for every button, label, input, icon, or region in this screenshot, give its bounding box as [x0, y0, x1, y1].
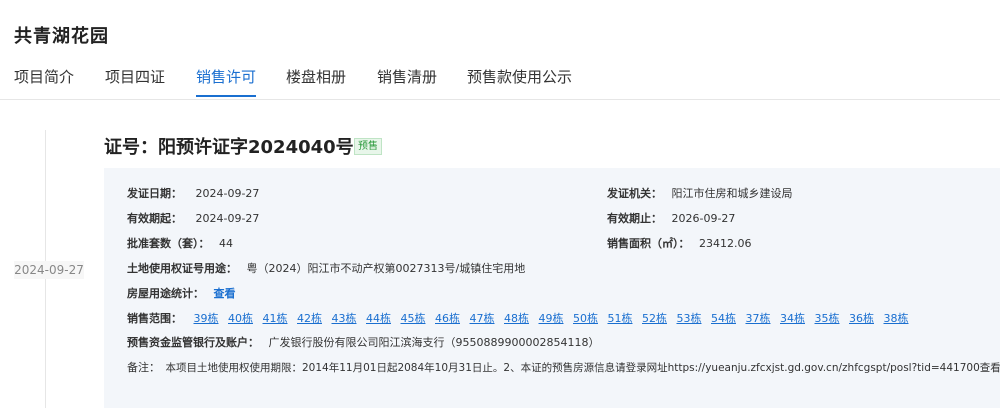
building-link[interactable]: 42栋	[297, 312, 322, 325]
valid-to-field: 有效期止： 2026-09-27	[607, 212, 735, 226]
building-link[interactable]: 39栋	[194, 312, 219, 325]
area-field: 销售面积（㎡）： 23412.06	[607, 237, 752, 251]
land-cert-value: 粤（2024）阳江市不动产权第0027313号/城镇住宅用地	[246, 262, 526, 275]
tab-sales-list[interactable]: 销售清册	[377, 66, 437, 95]
valid-from-value: 2024-09-27	[195, 212, 260, 225]
sales-scope-field: 销售范围： 39栋 40栋 41栋 42栋 43栋 44栋 45栋 46栋 47…	[127, 312, 915, 326]
view-housing-stats-link[interactable]: 查看	[214, 287, 236, 300]
remark-value: 本项目土地使用权使用期限：2014年11月01日起2084年10月31日止。2、…	[165, 362, 1000, 374]
units-field: 批准套数（套）： 44	[127, 237, 233, 251]
issuer-label: 发证机关：	[607, 187, 662, 200]
sales-scope-label: 销售范围：	[127, 312, 182, 325]
land-cert-field: 土地使用权证号用途： 粤（2024）阳江市不动产权第0027313号/城镇住宅用…	[127, 262, 525, 276]
tab-photo-album[interactable]: 楼盘相册	[286, 66, 346, 95]
building-link[interactable]: 37栋	[746, 312, 771, 325]
permit-title: 证号：阳预许证字2024040号	[104, 137, 354, 158]
area-value: 23412.06	[699, 237, 752, 250]
building-link[interactable]: 35栋	[815, 312, 840, 325]
building-link[interactable]: 34栋	[780, 312, 805, 325]
tab-project-intro[interactable]: 项目简介	[14, 66, 74, 95]
timeline-date: 2024-09-27	[14, 261, 84, 279]
issue-date-value: 2024-09-27	[195, 187, 260, 200]
issue-date-field: 发证日期： 2024-09-27	[127, 187, 259, 201]
building-link[interactable]: 51栋	[608, 312, 633, 325]
building-link[interactable]: 48栋	[504, 312, 529, 325]
building-link[interactable]: 45栋	[401, 312, 426, 325]
building-link[interactable]: 44栋	[366, 312, 391, 325]
building-link[interactable]: 36栋	[849, 312, 874, 325]
tab-presale-fund-notice[interactable]: 预售款使用公示	[467, 66, 572, 95]
tab-bar: 项目简介 项目四证 销售许可 楼盘相册 销售清册 预售款使用公示	[0, 60, 1000, 100]
building-link[interactable]: 46栋	[435, 312, 460, 325]
area-label: 销售面积（㎡）：	[607, 237, 690, 250]
bank-field: 预售资金监管银行及账户： 广发银行股份有限公司阳江滨海支行（9550889900…	[127, 336, 599, 350]
remark-label: 备注：	[127, 361, 160, 374]
valid-to-value: 2026-09-27	[671, 212, 736, 225]
issuer-value: 阳江市住房和城乡建设局	[671, 187, 793, 200]
status-badge: 预售	[354, 138, 382, 155]
housing-stats-label: 房屋用途统计：	[127, 287, 204, 300]
housing-stats-field: 房屋用途统计： 查看	[127, 287, 236, 301]
permit-details-card: 发证日期： 2024-09-27 发证机关： 阳江市住房和城乡建设局 有效期起：…	[104, 168, 1000, 408]
building-link[interactable]: 49栋	[539, 312, 564, 325]
units-value: 44	[219, 237, 233, 250]
building-link[interactable]: 38栋	[884, 312, 909, 325]
building-link[interactable]: 54栋	[711, 312, 736, 325]
building-link[interactable]: 47栋	[470, 312, 495, 325]
building-link[interactable]: 40栋	[228, 312, 253, 325]
building-link[interactable]: 43栋	[332, 312, 357, 325]
building-link[interactable]: 50栋	[573, 312, 598, 325]
valid-from-label: 有效期起：	[127, 212, 182, 225]
issue-date-label: 发证日期：	[127, 187, 182, 200]
tab-sales-permit[interactable]: 销售许可	[196, 66, 257, 97]
tab-four-certificates[interactable]: 项目四证	[105, 66, 165, 95]
page-title: 共青湖花园	[14, 26, 109, 47]
bank-label: 预售资金监管银行及账户：	[127, 336, 259, 349]
issuer-field: 发证机关： 阳江市住房和城乡建设局	[607, 187, 793, 201]
building-link[interactable]: 52栋	[642, 312, 667, 325]
bank-value: 广发银行股份有限公司阳江滨海支行（9550889900002854118）	[268, 336, 600, 349]
building-link[interactable]: 41栋	[263, 312, 288, 325]
land-cert-label: 土地使用权证号用途：	[127, 262, 237, 275]
remark-field: 备注： 本项目土地使用权使用期限：2014年11月01日起2084年10月31日…	[127, 361, 1000, 375]
units-label: 批准套数（套）：	[127, 237, 210, 250]
building-link[interactable]: 53栋	[677, 312, 702, 325]
valid-to-label: 有效期止：	[607, 212, 662, 225]
valid-from-field: 有效期起： 2024-09-27	[127, 212, 259, 226]
